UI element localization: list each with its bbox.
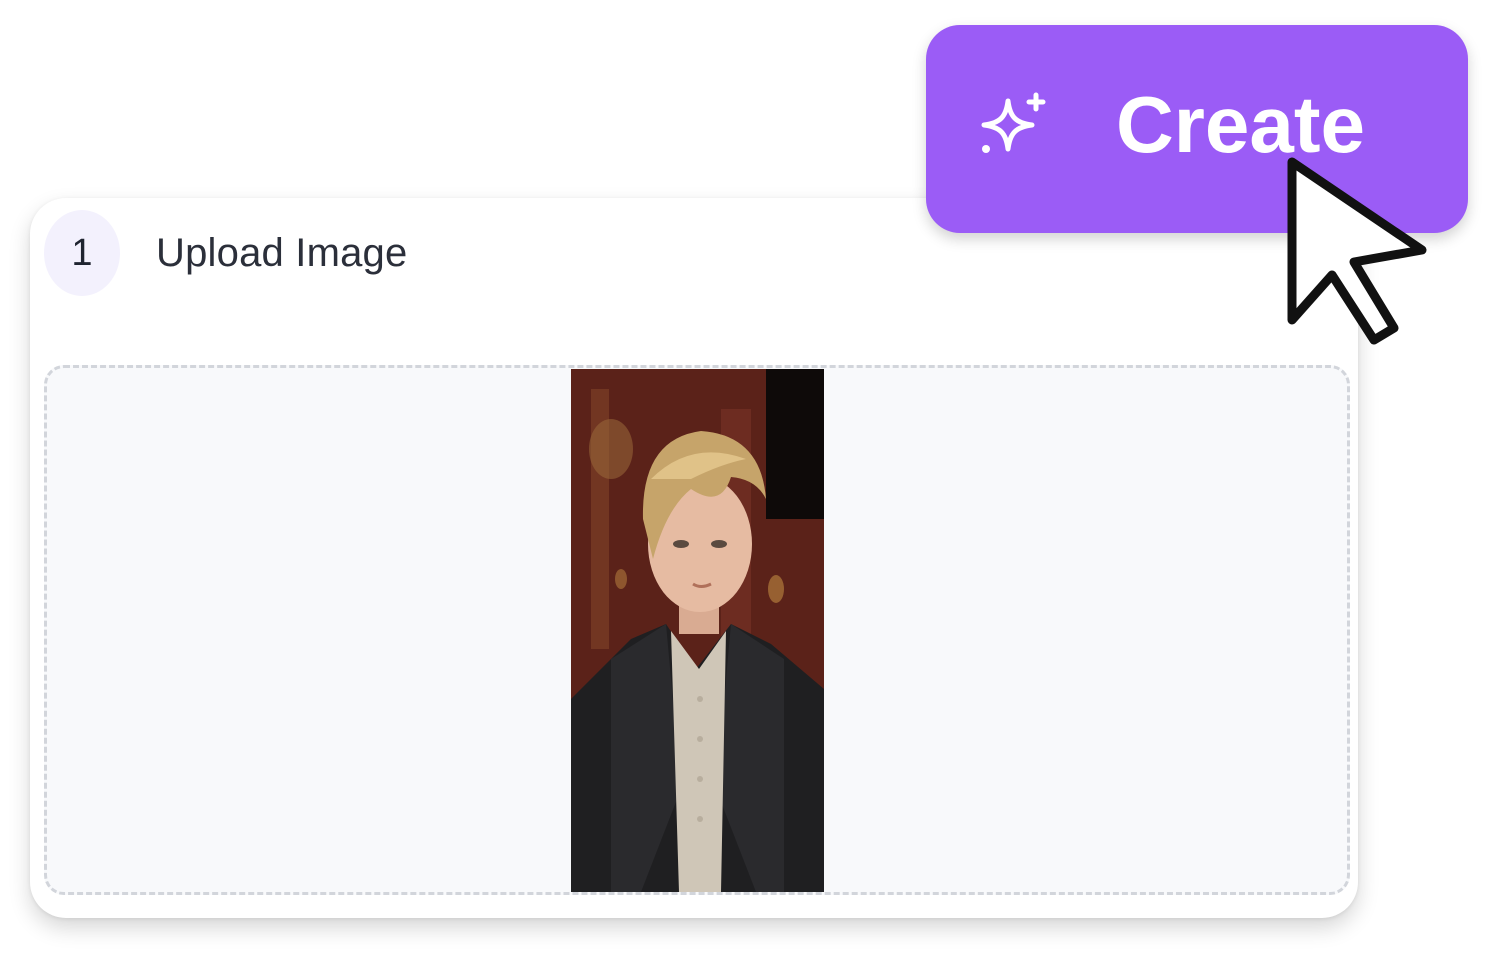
step-title: Upload Image <box>156 230 408 275</box>
step-header: 1 Upload Image <box>44 210 407 296</box>
uploaded-image[interactable] <box>571 369 824 892</box>
portrait-illustration <box>571 369 824 892</box>
image-dropzone[interactable] <box>44 365 1350 895</box>
sparkle-icon <box>981 92 1046 153</box>
upload-card: 1 Upload Image <box>30 198 1358 918</box>
upload-panel-screen: 1 Upload Image Create <box>0 0 1498 956</box>
step-number-badge: 1 <box>44 210 120 296</box>
mouse-pointer-icon <box>1287 157 1427 345</box>
